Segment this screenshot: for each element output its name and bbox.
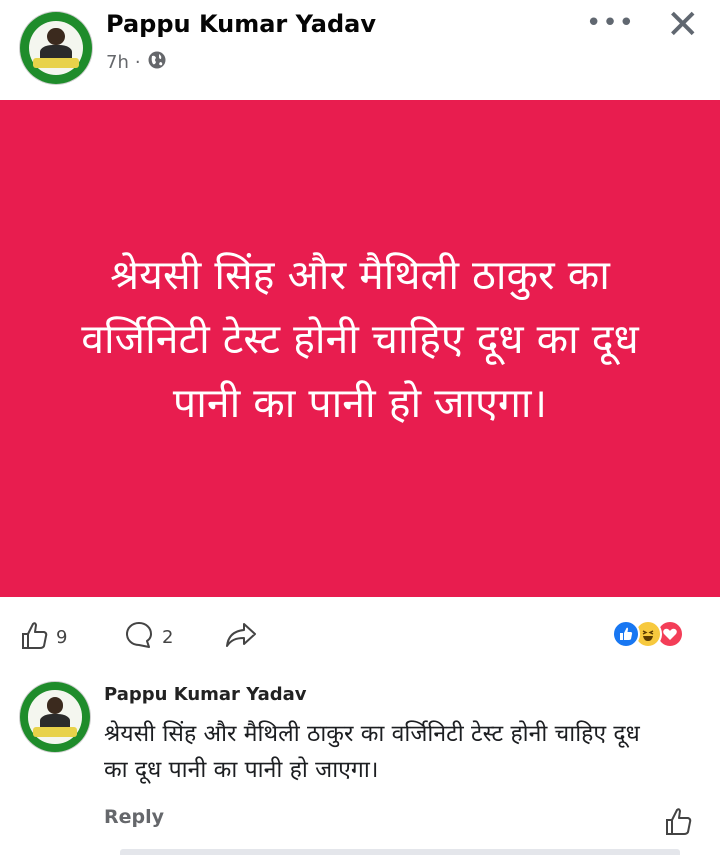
- share-button[interactable]: [224, 620, 258, 655]
- thumbs-up-icon: [664, 808, 692, 840]
- comment-input-edge: [120, 849, 680, 855]
- post-time[interactable]: 7h: [106, 52, 129, 73]
- reply-button[interactable]: Reply: [104, 806, 164, 828]
- comment-like-button[interactable]: [664, 806, 692, 840]
- author-avatar[interactable]: [20, 12, 92, 84]
- comment-avatar[interactable]: [20, 682, 90, 752]
- thumbs-up-icon: [20, 620, 48, 655]
- meta-separator: ·: [134, 52, 141, 73]
- globe-icon: [147, 50, 167, 75]
- comment-count: 2: [162, 627, 174, 648]
- post-meta: 7h ·: [106, 50, 167, 75]
- share-icon: [224, 620, 258, 655]
- close-button[interactable]: ✕: [666, 2, 700, 48]
- comment-text: श्रेयसी सिंह और मैथिली ठाकुर का वर्जिनिट…: [104, 721, 640, 783]
- comment-icon: [124, 620, 154, 655]
- comment-author[interactable]: Pappu Kumar Yadav: [104, 684, 307, 705]
- post-header: Pappu Kumar Yadav 7h · ••• ✕: [0, 0, 720, 100]
- more-options-button[interactable]: •••: [586, 8, 635, 38]
- like-count: 9: [56, 627, 68, 648]
- post-body-text: श्रेयसी सिंह और मैथिली ठाकुर का वर्जिनिट…: [81, 250, 639, 427]
- author-name[interactable]: Pappu Kumar Yadav: [106, 10, 376, 38]
- like-button[interactable]: 9: [20, 620, 67, 655]
- comment-button[interactable]: 2: [124, 620, 173, 655]
- post-text-card: श्रेयसी सिंह और मैथिली ठाकुर का वर्जिनिट…: [0, 100, 720, 597]
- like-icon: [612, 620, 640, 648]
- reaction-summary[interactable]: [612, 620, 702, 650]
